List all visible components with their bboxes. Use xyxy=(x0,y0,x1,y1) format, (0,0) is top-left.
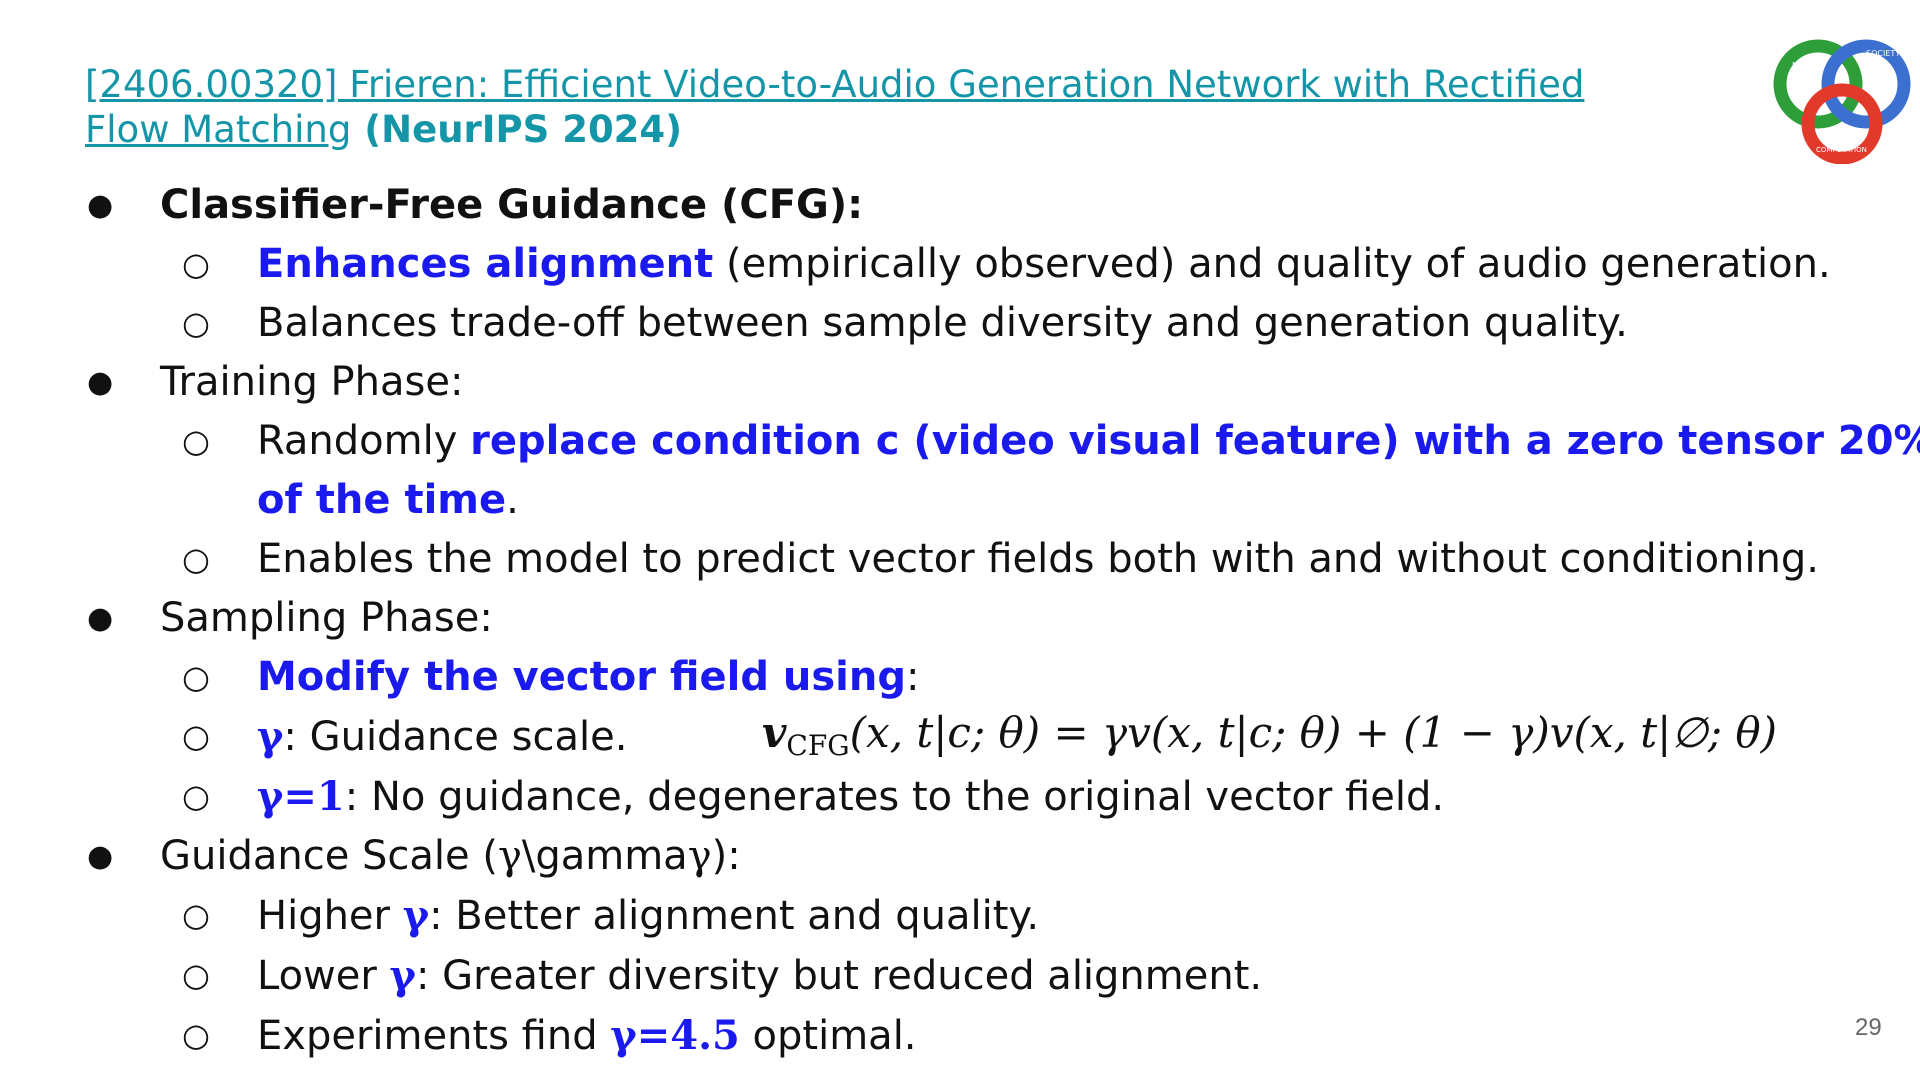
logo-text-society: SOCIETY xyxy=(1866,49,1900,58)
venue-label: (NeurIPS 2024) xyxy=(351,108,683,151)
bullet-cfg: ● Classifier-Free Guidance (CFG): xyxy=(0,176,1900,235)
bullet-circle: ○ xyxy=(182,1016,210,1054)
sub-bullet-modify-field: ○ Modify the vector field using: xyxy=(0,648,1900,707)
sub-bullet-optimal-gamma: ○ Experiments find γ=4.5 optimal. xyxy=(0,1006,1900,1066)
sub-bullet-lower-gamma: ○ Lower γ: Greater diversity but reduced … xyxy=(0,946,1900,1006)
bullet-guidance-scale: ● Guidance Scale (γ\gammaγ): xyxy=(0,827,1900,886)
bullet-dot: ● xyxy=(87,365,114,400)
logo-text-computation: COMPUTATION xyxy=(1816,146,1867,154)
sub-bullet-alignment: ○ Enhances alignment (empirically observe… xyxy=(0,235,1900,294)
bullet-circle: ○ xyxy=(182,956,210,994)
paper-link[interactable]: [2406.00320] Frieren: Efficient Video-to… xyxy=(85,63,1584,151)
logo-text-nature: NATURE xyxy=(1792,61,1824,70)
sub-bullet-replace-condition-cont: of the time. xyxy=(257,477,519,523)
slide-title: [2406.00320] Frieren: Efficient Video-to… xyxy=(85,62,1635,152)
nature-society-computation-logo: NATURE SOCIETY COMPUTATION xyxy=(1773,39,1911,164)
bullet-circle: ○ xyxy=(182,304,210,342)
sub-bullet-tradeoff: ○ Balances trade-off between sample diver… xyxy=(0,294,1900,353)
bullet-circle: ○ xyxy=(182,422,210,460)
bullet-list: ● Classifier-Free Guidance (CFG): ○ Enhanc… xyxy=(0,176,1920,1066)
page-number: 29 xyxy=(1855,1014,1882,1041)
bullet-dot: ● xyxy=(87,601,114,636)
bullet-dot: ● xyxy=(87,839,114,874)
bullet-circle: ○ xyxy=(182,658,210,696)
slide: [2406.00320] Frieren: Efficient Video-to… xyxy=(0,0,1920,1080)
bullet-sampling-phase: ● Sampling Phase: xyxy=(0,589,1900,648)
bullet-circle: ○ xyxy=(182,896,210,934)
bullet-circle: ○ xyxy=(182,777,210,815)
bullet-circle: ○ xyxy=(182,540,210,578)
bullet-dot: ● xyxy=(87,188,114,223)
sub-bullet-higher-gamma: ○ Higher γ: Better alignment and quality. xyxy=(0,886,1900,946)
bullet-circle: ○ xyxy=(182,245,210,283)
sub-bullet-no-guidance: ○ γ=1: No guidance, degenerates to the or… xyxy=(0,767,1900,827)
bullet-circle: ○ xyxy=(182,717,210,755)
bullet-training-phase: ● Training Phase: xyxy=(0,353,1900,412)
cfg-equation: vCFG(x, t|c; θ) = γv(x, t|c; θ) + (1 − γ… xyxy=(762,708,1778,762)
sub-bullet-predict-fields: ○ Enables the model to predict vector fie… xyxy=(0,530,1900,589)
sub-bullet-replace-condition: ○ Randomly replace condition c (video vis… xyxy=(0,412,1920,471)
